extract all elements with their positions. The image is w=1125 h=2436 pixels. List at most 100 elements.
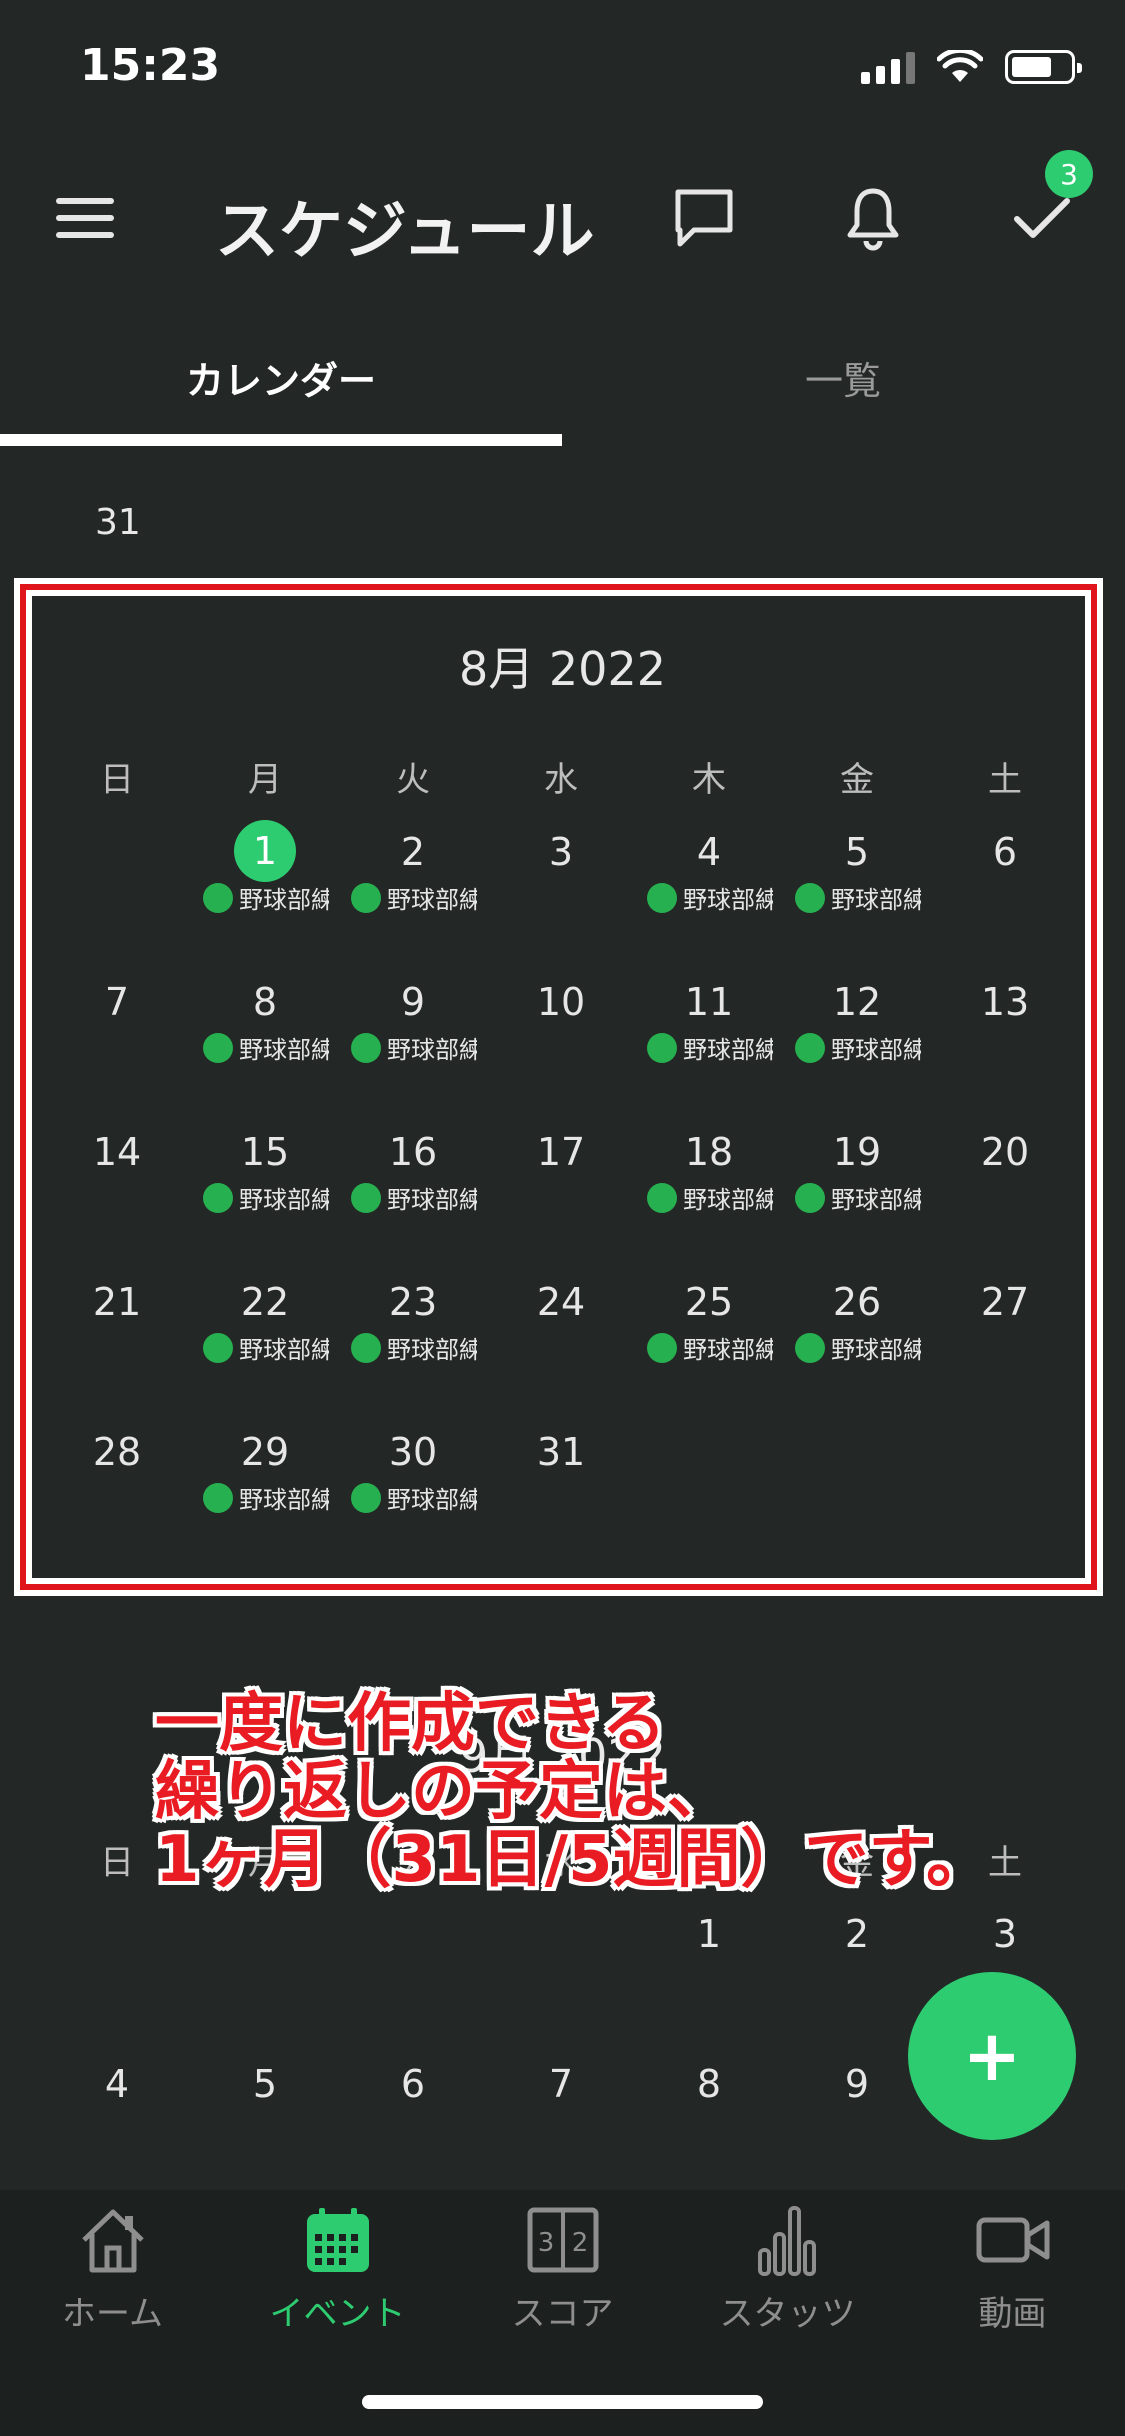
event-dot — [203, 1032, 233, 1063]
event-label: 野球部練 — [387, 1036, 477, 1064]
event-item[interactable]: 野球部練 — [647, 1180, 773, 1215]
calendar-day[interactable]: 27 — [955, 1280, 1055, 1324]
event-dot — [203, 1482, 233, 1513]
battery-icon — [1005, 50, 1082, 84]
nav-video[interactable]: 動画 — [900, 2200, 1125, 2335]
event-label: 野球部練 — [239, 886, 329, 914]
calendar-day[interactable]: 31 — [511, 1430, 611, 1474]
calendar-day[interactable]: 18 — [659, 1130, 759, 1174]
event-dot — [795, 1332, 825, 1363]
event-item[interactable]: 野球部練 — [203, 880, 329, 915]
event-item[interactable]: 野球部練 — [203, 1330, 329, 1365]
calendar-day[interactable]: 8 — [215, 980, 315, 1024]
calendar-day[interactable]: 5 — [807, 830, 907, 874]
calendar-day[interactable]: 7 — [511, 2062, 611, 2106]
calendar-day[interactable]: 12 — [807, 980, 907, 1024]
cellular-signal-icon — [861, 50, 915, 84]
event-item[interactable]: 野球部練 — [203, 1030, 329, 1065]
nav-home[interactable]: ホーム — [0, 2200, 225, 2335]
event-dot — [647, 1032, 677, 1063]
event-item[interactable]: 野球部練 — [795, 1030, 921, 1065]
calendar-day[interactable]: 9 — [363, 980, 463, 1024]
calendar-day[interactable]: 28 — [67, 1430, 167, 1474]
event-dot — [351, 1482, 381, 1513]
calendar-day[interactable]: 25 — [659, 1280, 759, 1324]
event-item[interactable]: 野球部練 — [351, 1180, 477, 1215]
calendar-day[interactable]: 1 — [659, 1912, 759, 1956]
calendar-day[interactable]: 16 — [363, 1130, 463, 1174]
event-item[interactable]: 野球部練 — [351, 880, 477, 915]
event-item[interactable]: 野球部練 — [647, 1330, 773, 1365]
nav-events[interactable]: イベント — [225, 2200, 450, 2335]
calendar-day[interactable]: 22 — [215, 1280, 315, 1324]
messages-button[interactable] — [664, 178, 744, 258]
event-item[interactable]: 野球部練 — [351, 1330, 477, 1365]
app-screen: 15:23 スケジュール 3 カレンダー 一覧 31 8月 2022 日 月 火… — [0, 0, 1125, 2436]
calendar-day[interactable]: 2 — [807, 1912, 907, 1956]
calendar-day[interactable]: 7 — [67, 980, 167, 1024]
weekday-header: 火 — [396, 760, 430, 800]
calendar-day[interactable]: 23 — [363, 1280, 463, 1324]
calendar-day[interactable]: 3 — [955, 1912, 1055, 1956]
home-icon — [81, 2209, 144, 2273]
menu-button[interactable] — [45, 178, 125, 258]
today-marker[interactable]: 1 — [234, 820, 296, 882]
calendar-day[interactable]: 4 — [659, 830, 759, 874]
event-item[interactable]: 野球部練 — [351, 1480, 477, 1515]
calendar-day[interactable]: 13 — [955, 980, 1055, 1024]
calendar-day[interactable]: 6 — [955, 830, 1055, 874]
add-event-button[interactable]: + — [908, 1972, 1076, 2140]
calendar-day[interactable]: 29 — [215, 1430, 315, 1474]
calendar-day[interactable]: 14 — [67, 1130, 167, 1174]
calendar-day[interactable]: 10 — [511, 980, 611, 1024]
calendar-day[interactable]: 20 — [955, 1130, 1055, 1174]
weekday-header: 月 — [248, 760, 282, 800]
calendar-day[interactable]: 6 — [363, 2062, 463, 2106]
nav-score[interactable]: 3 2 スコア — [450, 2200, 675, 2335]
calendar-day[interactable]: 8 — [659, 2062, 759, 2106]
calendar-day[interactable]: 19 — [807, 1130, 907, 1174]
home-indicator — [362, 2395, 763, 2409]
event-label: 野球部練 — [239, 1036, 329, 1064]
svg-text:3: 3 — [537, 2228, 554, 2258]
annotation-text: 一度に作成できる 繰り返しの予定は、 1ヶ月（31日/5週間）です。 — [155, 1690, 990, 1894]
tab-calendar[interactable]: カレンダー — [0, 350, 562, 405]
month-title: 8月 2022 — [459, 642, 666, 696]
calendar-day[interactable]: 15 — [215, 1130, 315, 1174]
event-label: 野球部練 — [831, 886, 921, 914]
event-label: 野球部練 — [683, 886, 773, 914]
calendar-day[interactable]: 21 — [67, 1280, 167, 1324]
event-item[interactable]: 野球部練 — [795, 1330, 921, 1365]
nav-video-label: 動画 — [978, 2294, 1047, 2334]
nav-stats-label: スタッツ — [719, 2294, 856, 2334]
event-label: 野球部練 — [387, 886, 477, 914]
scoreboard-icon: 3 2 — [527, 2207, 598, 2273]
event-item[interactable]: 野球部練 — [351, 1030, 477, 1065]
event-label: 野球部練 — [683, 1336, 773, 1364]
event-item[interactable]: 野球部練 — [647, 1030, 773, 1065]
calendar-day[interactable]: 4 — [67, 2062, 167, 2106]
event-item[interactable]: 野球部練 — [795, 1180, 921, 1215]
event-dot — [795, 1032, 825, 1063]
event-item[interactable]: 野球部練 — [203, 1480, 329, 1515]
calendar-day[interactable]: 2 — [363, 830, 463, 874]
tasks-badge: 3 — [1045, 150, 1093, 198]
event-item[interactable]: 野球部練 — [203, 1180, 329, 1215]
notifications-button[interactable] — [833, 178, 913, 258]
calendar-day[interactable]: 24 — [511, 1280, 611, 1324]
event-item[interactable]: 野球部練 — [795, 880, 921, 915]
calendar-day[interactable]: 30 — [363, 1430, 463, 1474]
active-tab-indicator — [0, 434, 562, 446]
calendar-day[interactable]: 17 — [511, 1130, 611, 1174]
event-label: 野球部練 — [239, 1186, 329, 1214]
status-icons — [861, 50, 1082, 84]
calendar-day[interactable]: 11 — [659, 980, 759, 1024]
calendar-day[interactable]: 9 — [807, 2062, 907, 2106]
calendar-day[interactable]: 26 — [807, 1280, 907, 1324]
nav-stats[interactable]: スタッツ — [675, 2200, 900, 2335]
calendar-day[interactable]: 5 — [215, 2062, 315, 2106]
hamburger-menu-icon — [56, 198, 114, 238]
event-item[interactable]: 野球部練 — [647, 880, 773, 915]
calendar-day[interactable]: 3 — [511, 830, 611, 874]
tab-list[interactable]: 一覧 — [562, 350, 1124, 405]
